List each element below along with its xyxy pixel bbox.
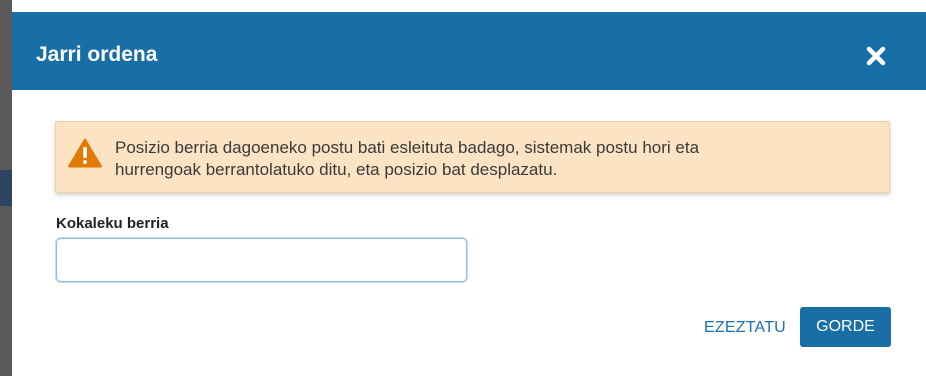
- backdrop-band: [0, 170, 12, 206]
- dialog-title: Jarri ordena: [36, 43, 158, 66]
- warning-alert: Posizio berria dagoeneko postu bati esle…: [55, 121, 890, 193]
- alert-message: Posizio berria dagoeneko postu bati esle…: [115, 137, 875, 181]
- close-icon: [866, 46, 886, 66]
- backdrop-top: [12, 0, 926, 12]
- alert-message-line-2: hurrengoak berrantolatuko ditu, eta posi…: [115, 160, 558, 179]
- new-position-label: Kokaleku berria: [56, 215, 169, 232]
- close-button[interactable]: [864, 44, 888, 68]
- new-position-input[interactable]: [56, 238, 467, 282]
- page-backdrop: [0, 0, 12, 376]
- cancel-button[interactable]: EZEZTATU: [690, 315, 800, 341]
- alert-message-line-1: Posizio berria dagoeneko postu bati esle…: [115, 138, 700, 157]
- save-button[interactable]: GORDE: [800, 307, 891, 347]
- dialog-header: Jarri ordena: [12, 12, 926, 90]
- warning-icon: [68, 138, 102, 168]
- reorder-dialog: Jarri ordena Posizio berria dagoeneko po…: [12, 12, 926, 376]
